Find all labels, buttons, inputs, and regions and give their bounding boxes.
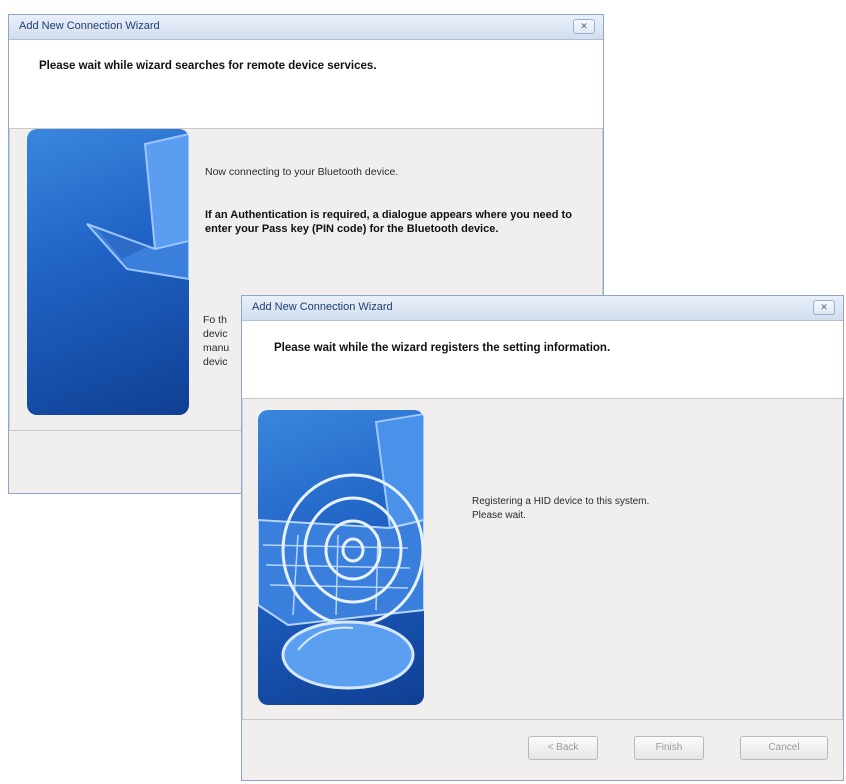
- partial-text-line: devic: [203, 328, 228, 340]
- partial-text-line: Fo th: [203, 314, 227, 326]
- partial-text-block: Fo th devic manu devic: [203, 313, 243, 369]
- front-window-titlebar[interactable]: Add New Connection Wizard ✕: [242, 296, 843, 321]
- laptop-icon: [86, 132, 189, 281]
- partial-text-line: devic: [203, 356, 228, 368]
- laptop-illustration: [27, 129, 189, 415]
- front-window-close-button[interactable]: ✕: [813, 300, 835, 315]
- keyboard-mouse-icon: [258, 412, 424, 690]
- front-window-title: Add New Connection Wizard: [252, 301, 393, 313]
- front-wizard-window: Add New Connection Wizard ✕ Please wait …: [241, 295, 844, 781]
- registering-status-text: Registering a HID device to this system.: [472, 496, 650, 507]
- front-window-heading: Please wait while the wizard registers t…: [274, 342, 611, 354]
- front-window-header: Please wait while the wizard registers t…: [242, 321, 843, 399]
- please-wait-text: Please wait.: [472, 510, 526, 521]
- connecting-status-text: Now connecting to your Bluetooth device.: [205, 166, 399, 178]
- cancel-button[interactable]: Cancel: [740, 736, 828, 760]
- hid-device-illustration: [258, 410, 424, 705]
- back-window-title: Add New Connection Wizard: [19, 20, 160, 32]
- back-button[interactable]: < Back: [528, 736, 598, 760]
- back-window-close-button[interactable]: ✕: [573, 19, 595, 34]
- back-window-titlebar[interactable]: Add New Connection Wizard ✕: [9, 15, 603, 40]
- back-window-heading: Please wait while wizard searches for re…: [39, 60, 377, 72]
- front-window-footer: < Back Finish Cancel: [242, 719, 843, 780]
- authentication-info-text: If an Authentication is required, a dial…: [205, 209, 572, 235]
- back-window-header: Please wait while wizard searches for re…: [9, 40, 603, 129]
- partial-text-line: manu: [203, 342, 230, 354]
- finish-button[interactable]: Finish: [634, 736, 704, 760]
